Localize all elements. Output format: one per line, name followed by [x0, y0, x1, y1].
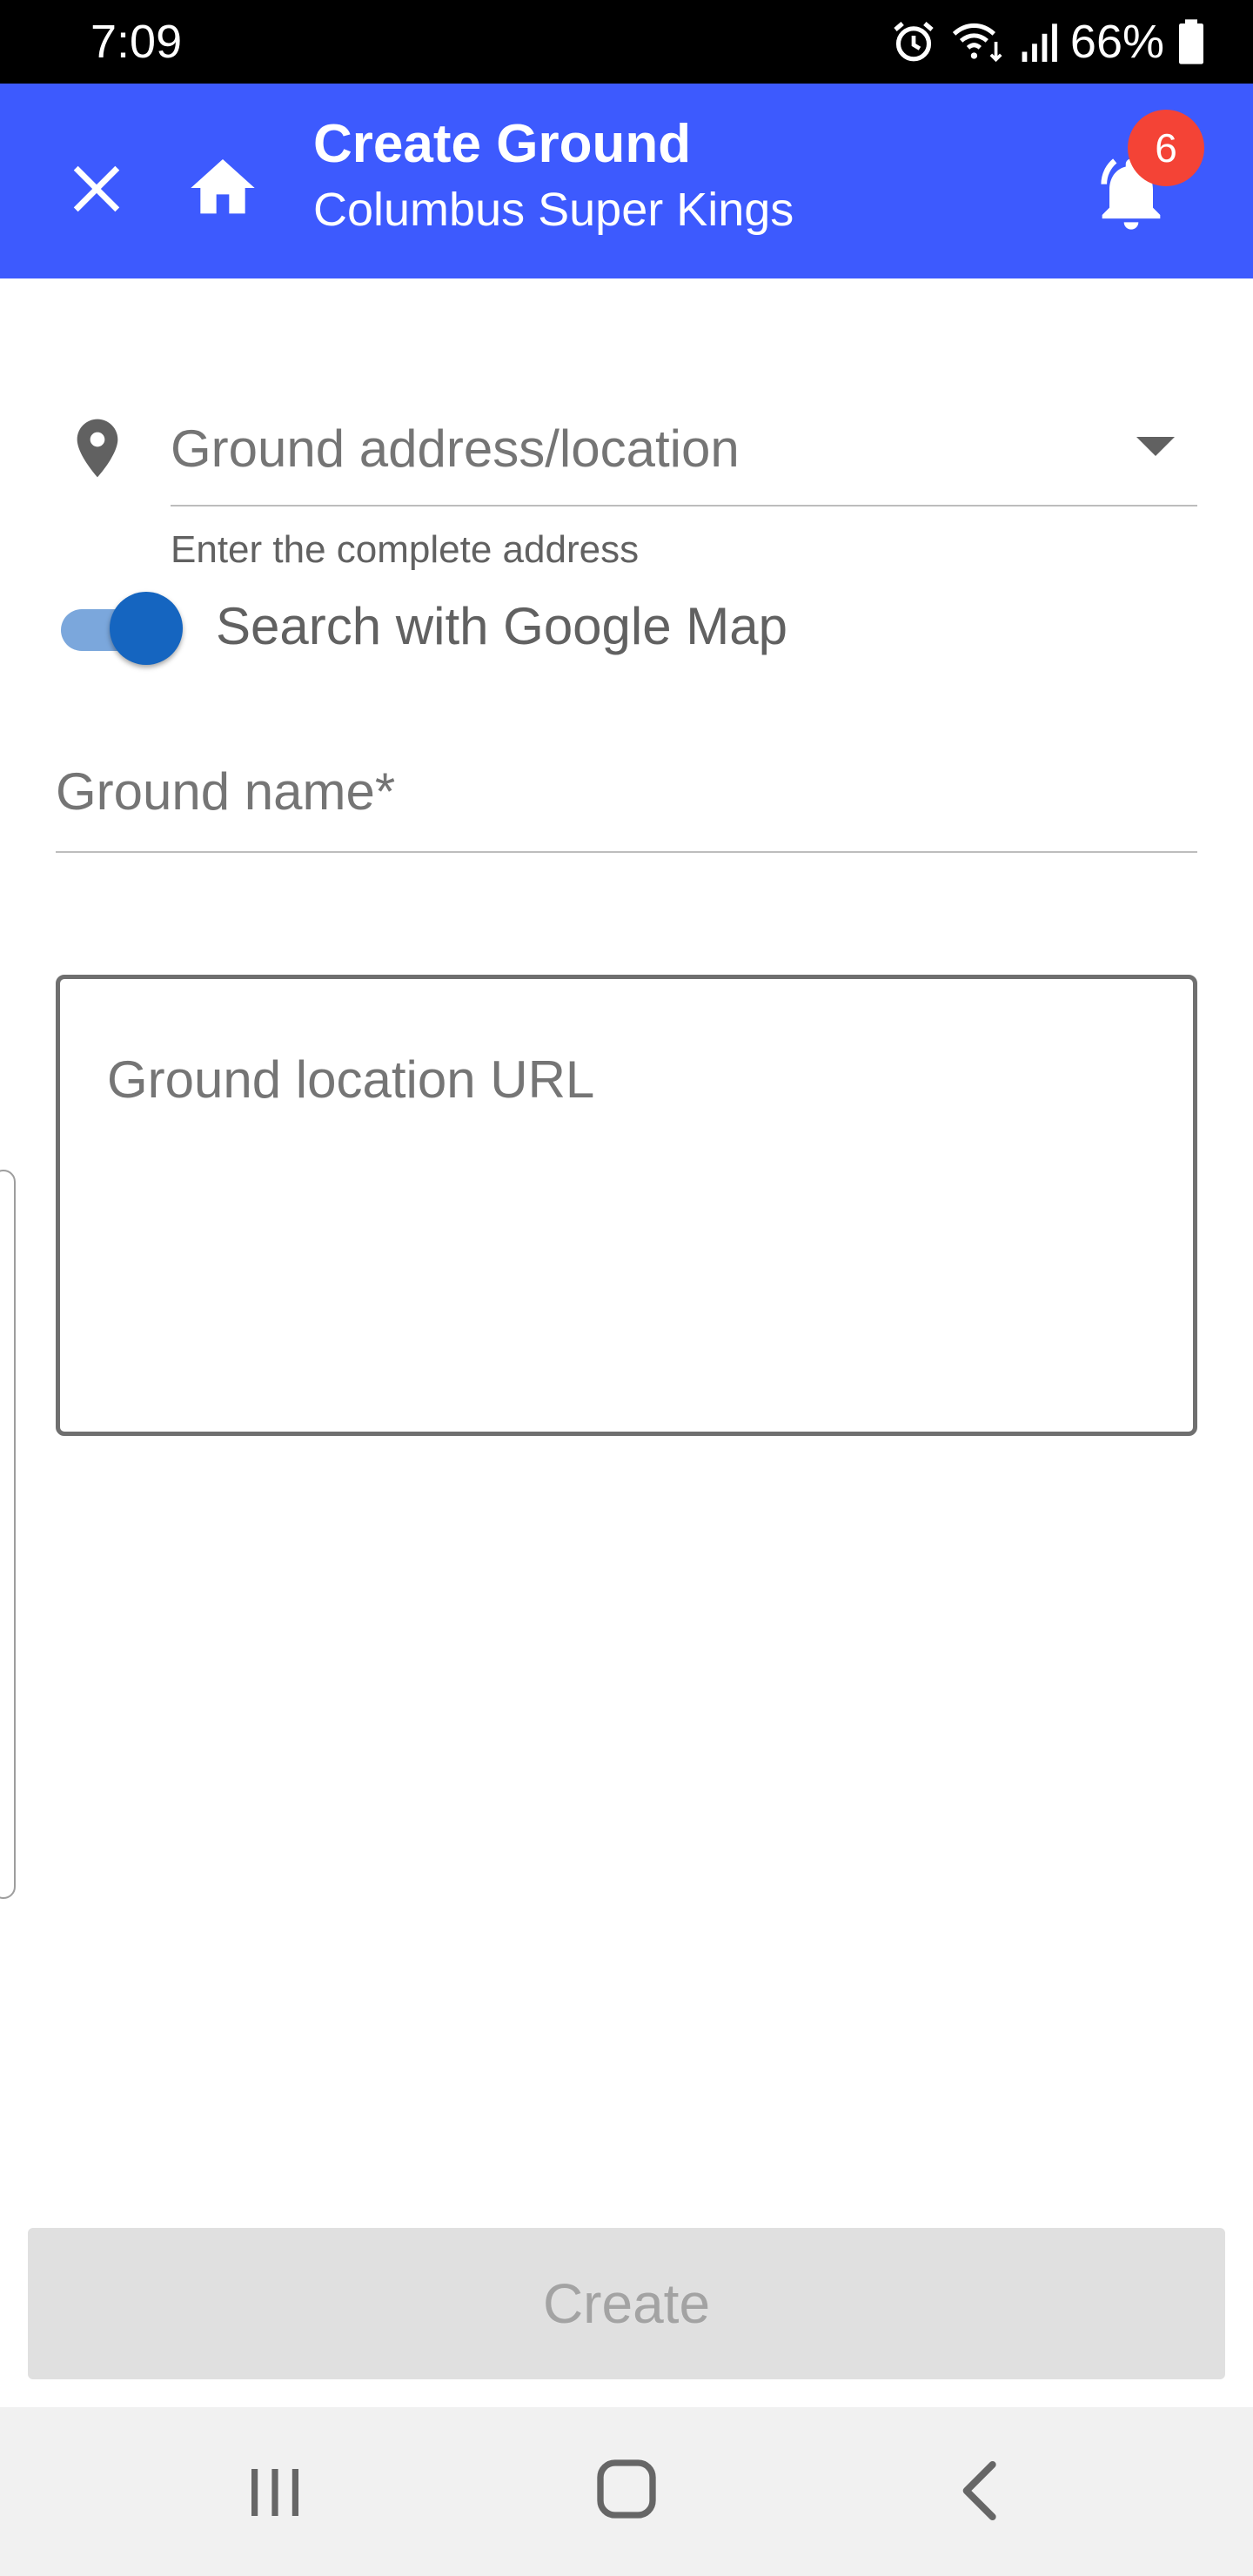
battery-percent: 66% [1069, 16, 1164, 68]
nav-home-icon[interactable] [592, 2454, 661, 2524]
location-url-placeholder: Ground location URL [107, 1050, 595, 1109]
address-helper-text: Enter the complete address [171, 528, 640, 571]
ground-name-input[interactable]: Ground name* [56, 748, 1197, 853]
address-placeholder: Ground address/location [171, 419, 740, 478]
status-bar: 7:09 66% [0, 0, 1253, 84]
notification-badge: 6 [1128, 110, 1204, 186]
create-button[interactable]: Create [28, 2228, 1225, 2379]
status-icons: 66% [889, 9, 1206, 75]
location-pin-icon [77, 419, 118, 478]
back-icon[interactable] [952, 2456, 1004, 2526]
toggle-thumb [110, 592, 183, 665]
address-input[interactable]: Ground address/location [171, 400, 1197, 506]
dropdown-arrow-icon[interactable] [1136, 437, 1175, 456]
home-button[interactable] [179, 144, 266, 231]
battery-icon [1179, 19, 1203, 64]
page-title: Create Ground [313, 114, 692, 174]
wifi-icon [952, 23, 1002, 63]
google-map-toggle[interactable] [61, 592, 183, 665]
system-nav-bar [0, 2407, 1253, 2576]
side-drawer-handle[interactable] [0, 1170, 16, 1899]
close-button[interactable] [57, 150, 136, 228]
recents-icon[interactable] [244, 2459, 306, 2526]
alarm-icon [894, 22, 934, 62]
ground-name-placeholder: Ground name* [56, 762, 396, 821]
app-bar: Create Ground Columbus Super Kings [0, 84, 1253, 278]
signal-icon [1022, 23, 1057, 62]
page-subtitle: Columbus Super Kings [313, 184, 794, 236]
status-time: 7:09 [90, 16, 183, 68]
google-map-toggle-label: Search with Google Map [216, 597, 788, 655]
location-url-textarea[interactable]: Ground location URL [56, 975, 1197, 1436]
screen: 7:09 66% Create Ground Columbus Super Ki… [0, 0, 1253, 2576]
home-icon [191, 159, 255, 214]
close-icon [73, 165, 120, 212]
